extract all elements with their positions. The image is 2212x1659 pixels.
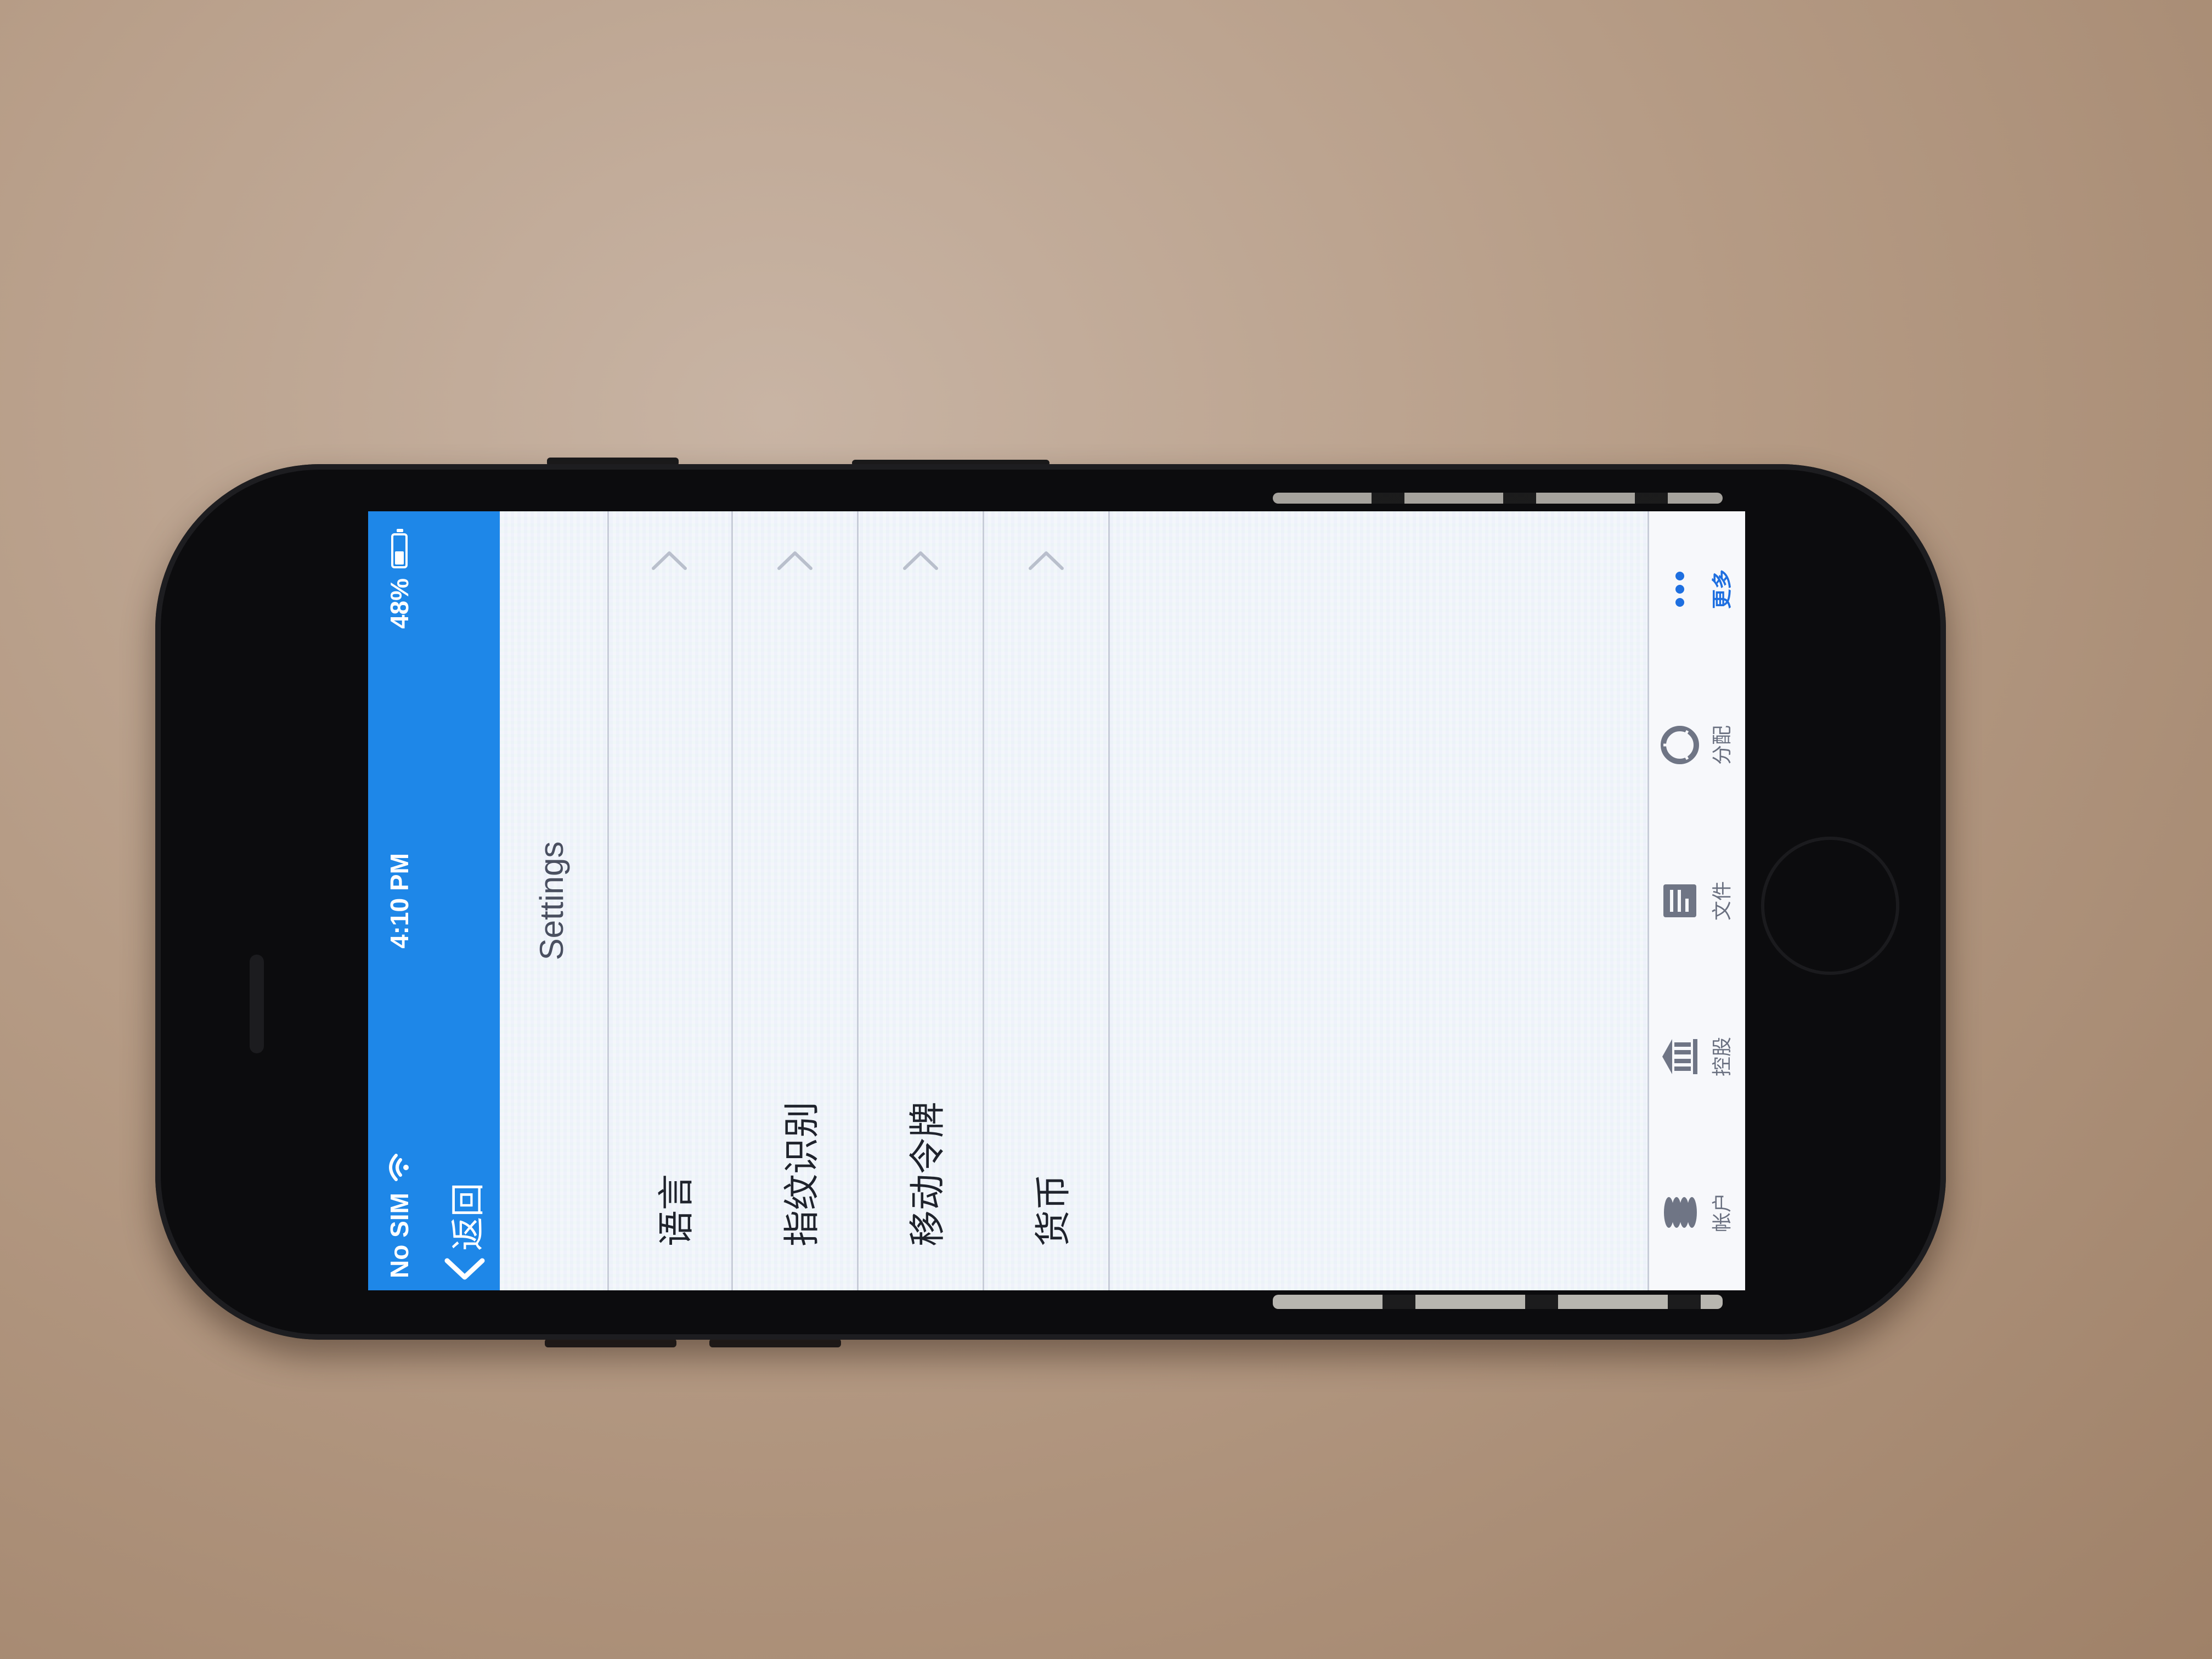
- phone-screen: No SIM 4:10 PM 48% 返回 Settings 语言 指纹识别 移…: [368, 511, 1745, 1290]
- settings-item-label: 移动令牌: [906, 1102, 949, 1246]
- screen-reflection: [1273, 493, 1723, 504]
- phone-volume-button: [545, 1339, 676, 1347]
- tab-label: 更多: [1711, 569, 1734, 610]
- settings-item-language[interactable]: 语言: [607, 511, 733, 1290]
- tab-more[interactable]: 更多: [1659, 511, 1741, 667]
- screen-reflection: [1273, 1295, 1723, 1309]
- chevron-right-icon: [1029, 551, 1064, 570]
- back-button[interactable]: 返回: [438, 1183, 491, 1283]
- chevron-right-icon: [777, 551, 812, 570]
- settings-item-currency[interactable]: 货币: [984, 511, 1110, 1290]
- page-title: Settings: [533, 841, 570, 961]
- settings-item-mobile-token[interactable]: 移动令牌: [859, 511, 984, 1290]
- page-header: Settings: [500, 511, 609, 1290]
- phone-volume-button: [709, 1339, 841, 1347]
- tab-bar: 帐户 控股 文件 分配 更多: [1647, 511, 1745, 1290]
- settings-item-label: 语言: [655, 1174, 697, 1246]
- photo-scene: No SIM 4:10 PM 48% 返回 Settings 语言 指纹识别 移…: [0, 0, 2212, 1659]
- settings-item-label: 指纹识别: [781, 1102, 823, 1246]
- tab-documents[interactable]: 文件: [1659, 823, 1741, 979]
- battery-level: [395, 551, 404, 565]
- pie-chart-icon: [1661, 726, 1699, 764]
- coins-icon: [1664, 1197, 1697, 1228]
- app-screen: No SIM 4:10 PM 48% 返回 Settings 语言 指纹识别 移…: [368, 511, 1745, 1290]
- settings-list: 语言 指纹识别 移动令牌 货币: [607, 511, 1110, 1290]
- settings-item-label: 货币: [1032, 1174, 1074, 1246]
- tab-label: 控股: [1711, 1037, 1734, 1077]
- tab-label: 帐户: [1711, 1193, 1734, 1233]
- tab-label: 文件: [1711, 881, 1734, 921]
- tab-holdings[interactable]: 控股: [1659, 979, 1741, 1135]
- back-label: 返回: [448, 1182, 488, 1251]
- battery-percent: 48%: [385, 578, 414, 629]
- phone-home-button: [1761, 837, 1899, 975]
- chevron-left-icon: [444, 1258, 485, 1280]
- bank-icon: [1662, 1039, 1697, 1074]
- status-bar: No SIM 4:10 PM 48%: [368, 511, 428, 1290]
- chevron-right-icon: [652, 551, 687, 570]
- more-dots-icon: [1675, 572, 1684, 607]
- tab-label: 分配: [1711, 725, 1734, 765]
- battery-icon: [391, 533, 408, 568]
- tab-accounts[interactable]: 帐户: [1659, 1135, 1741, 1290]
- chevron-right-icon: [903, 551, 938, 570]
- navigation-bar: 返回: [428, 511, 500, 1290]
- status-right: 48%: [385, 533, 414, 629]
- document-icon: [1663, 884, 1696, 917]
- phone-speaker: [250, 955, 264, 1053]
- tab-allocation[interactable]: 分配: [1659, 667, 1741, 823]
- settings-item-fingerprint[interactable]: 指纹识别: [733, 511, 859, 1290]
